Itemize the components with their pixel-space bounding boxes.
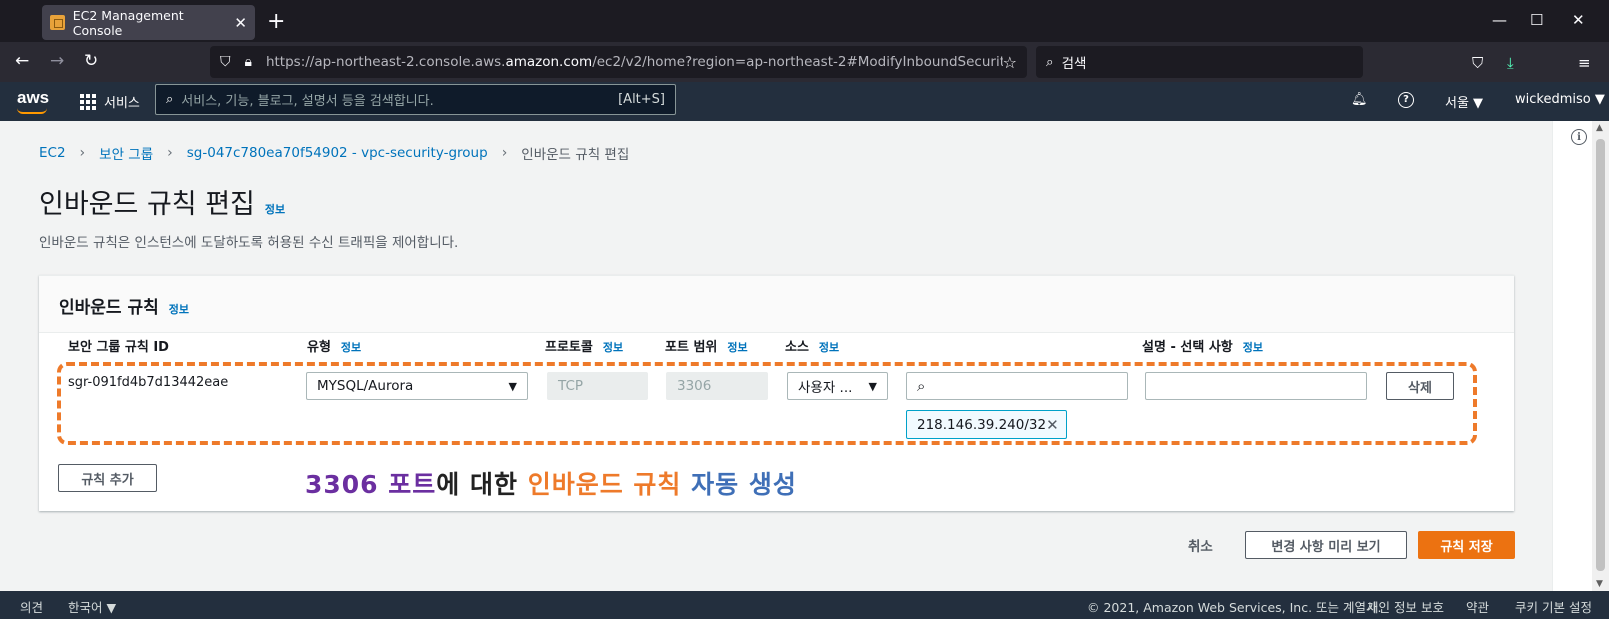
info-link[interactable]: 정보 (603, 339, 623, 355)
maximize-icon[interactable]: ☐ (1530, 11, 1543, 29)
panel-title-text: 인바운드 규칙 (59, 298, 159, 318)
info-link[interactable]: 정보 (819, 339, 839, 355)
help-icon[interactable]: ? (1398, 92, 1414, 108)
column-header-description: 설명 - 선택 사항 정보 (1142, 339, 1263, 355)
column-header-source: 소스 정보 (785, 339, 840, 355)
account-menu[interactable]: wickedmiso ▼ (1515, 92, 1605, 107)
column-header-protocol: 프로토콜 정보 (545, 339, 624, 355)
breadcrumb-security-groups[interactable]: 보안 그룹 (99, 143, 153, 163)
info-panel-icon[interactable]: i (1571, 129, 1587, 145)
info-link[interactable]: 정보 (265, 201, 285, 217)
aws-search-input[interactable]: ⌕ 서비스, 기능, 블로그, 설명서 등을 검색합니다. [Alt+S] (155, 84, 676, 115)
preview-changes-button[interactable]: 변경 사항 미리 보기 (1245, 531, 1407, 559)
url-bar[interactable]: ⛉ 🔒︎ https://ap-northeast-2.console.aws.… (210, 46, 1027, 78)
forward-icon[interactable]: → (50, 51, 64, 71)
breadcrumb: EC2 › 보안 그룹 › sg-047c780ea70f54902 - vpc… (39, 143, 629, 163)
bookmark-star-icon[interactable]: ☆ (1003, 53, 1017, 72)
panel-title: 인바운드 규칙 정보 (59, 293, 189, 318)
info-link[interactable]: 정보 (1243, 339, 1263, 355)
scrollbar[interactable]: ▲ ▼ (1592, 121, 1609, 591)
close-window-icon[interactable]: ✕ (1572, 11, 1585, 29)
save-rules-button[interactable]: 규칙 저장 (1418, 531, 1515, 559)
browser-tab[interactable]: EC2 Management Console ✕ (42, 5, 255, 40)
annotation-text: 3306 포트에 대한 인바운드 규칙 자동 생성 (305, 470, 797, 499)
feedback-link[interactable]: 의견 (20, 597, 43, 616)
search-icon: ⌕ (1046, 54, 1054, 70)
scroll-up-icon[interactable]: ▲ (1596, 123, 1603, 133)
chevron-right-icon: › (79, 145, 86, 161)
region-selector[interactable]: 서울 ▼ (1445, 92, 1483, 111)
footer: 의견 한국어 ▼ © 2021, Amazon Web Services, In… (0, 591, 1609, 619)
new-tab-icon[interactable]: + (267, 9, 285, 34)
cookie-settings-link[interactable]: 쿠키 기본 설정 (1515, 597, 1592, 616)
notification-bell-icon[interactable]: 🔔︎ (1351, 92, 1368, 107)
language-selector[interactable]: 한국어 ▼ (68, 597, 116, 616)
info-link[interactable]: 정보 (169, 301, 189, 317)
terms-link[interactable]: 약관 (1466, 597, 1489, 616)
tab-title: EC2 Management Console (72, 7, 184, 38)
aws-search-placeholder: 서비스, 기능, 블로그, 설명서 등을 검색합니다. (181, 94, 434, 109)
privacy-link[interactable]: 개인 정보 보호 (1367, 597, 1444, 616)
menu-icon[interactable]: ≡ (1578, 54, 1591, 72)
url-text: https://ap-northeast-2.console.aws.amazo… (265, 54, 1003, 70)
page-description: 인바운드 규칙은 인스턴스에 도달하도록 허용된 수신 트래픽을 제어합니다. (39, 235, 459, 251)
lock-icon[interactable]: 🔒︎ (245, 54, 252, 70)
download-icon[interactable]: ⤓ (1507, 54, 1514, 72)
back-icon[interactable]: ← (15, 51, 29, 71)
chevron-right-icon: › (501, 145, 508, 161)
shield-icon[interactable]: ⛉ (220, 54, 231, 70)
aws-top-nav: aws 서비스 ⌕ 서비스, 기능, 블로그, 설명서 등을 검색합니다. [A… (0, 82, 1609, 121)
browser-search-box[interactable]: ⌕ 검색 (1036, 46, 1363, 78)
search-icon: ⌕ (166, 92, 174, 107)
grid-icon (80, 93, 96, 110)
copyright-text: © 2021, Amazon Web Services, Inc. 또는 계열사… (1087, 600, 1382, 615)
minimize-icon[interactable]: — (1492, 11, 1507, 29)
close-tab-icon[interactable]: ✕ (234, 14, 247, 32)
services-label: 서비스 (104, 96, 140, 111)
search-shortcut-hint: [Alt+S] (618, 92, 665, 107)
add-rule-button[interactable]: 규칙 추가 (58, 464, 157, 492)
breadcrumb-security-group[interactable]: sg-047c780ea70f54902 - vpc-security-grou… (187, 145, 488, 161)
column-header-rule-id: 보안 그룹 규칙 ID (68, 340, 169, 355)
pocket-icon[interactable]: ⛉ (1472, 54, 1483, 72)
scroll-down-icon[interactable]: ▼ (1596, 579, 1603, 589)
column-header-port-range: 포트 범위 정보 (665, 339, 748, 355)
column-header-type: 유형 정보 (307, 339, 362, 355)
page-title-text: 인바운드 규칙 편집 (39, 189, 255, 220)
aws-favicon-icon (50, 15, 65, 30)
breadcrumb-current: 인바운드 규칙 편집 (521, 147, 630, 163)
breadcrumb-ec2[interactable]: EC2 (39, 145, 66, 161)
aws-logo[interactable]: aws (17, 88, 49, 114)
reload-icon[interactable]: ↻ (84, 51, 98, 71)
services-menu[interactable]: 서비스 (80, 92, 140, 111)
panel-header: 인바운드 규칙 정보 (39, 276, 1514, 333)
highlight-dashed-box (57, 362, 1477, 445)
browser-search-placeholder: 검색 (1061, 56, 1087, 72)
info-link[interactable]: 정보 (341, 339, 361, 355)
info-link[interactable]: 정보 (727, 339, 747, 355)
cancel-button[interactable]: 취소 (1188, 535, 1213, 555)
scrollbar-thumb[interactable] (1596, 139, 1605, 571)
chevron-right-icon: › (167, 145, 173, 161)
browser-tab-bar: EC2 Management Console ✕ + — ☐ ✕ (0, 0, 1609, 42)
browser-toolbar: ← → ↻ ⛉ 🔒︎ https://ap-northeast-2.consol… (0, 42, 1609, 112)
page-title: 인바운드 규칙 편집 정보 (39, 182, 285, 221)
